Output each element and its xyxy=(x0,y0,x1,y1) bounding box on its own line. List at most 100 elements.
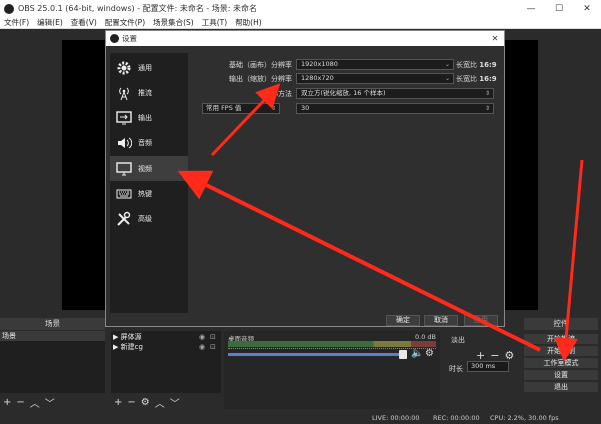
chevron-down-icon: ⌄ xyxy=(444,75,450,82)
base-resolution-value: 1920x1080 xyxy=(301,60,338,68)
dialog-title: 设置 xyxy=(122,34,137,43)
duration-label: 时长 xyxy=(449,365,463,373)
updown-icon: ⇕ xyxy=(484,105,490,112)
source-label: ▶ 新建cg xyxy=(113,343,143,351)
studio-mode-button[interactable]: 工作室模式 xyxy=(524,358,598,368)
menu-bar: 文件(F) 编辑(E) 查看(V) 配置文件(P) 场景集合(S) 工具(T) … xyxy=(0,17,601,29)
eye-icon[interactable]: ◉ xyxy=(199,333,205,341)
maximize-button[interactable]: ☐ xyxy=(545,0,573,17)
source-properties-icon[interactable]: ⚙ xyxy=(141,397,150,408)
settings-sidebar: 通用 推流 输出 音频 视频 热键 高级 xyxy=(110,53,188,313)
source-label: ▶ 屏体源 xyxy=(113,333,142,341)
sources-toolbar: + − ⚙ ︿ ﹀ xyxy=(111,394,221,410)
menu-profile[interactable]: 配置文件(P) xyxy=(101,17,149,28)
output-icon xyxy=(115,109,133,127)
fps-value-select[interactable]: 30 ⇕ xyxy=(296,103,494,114)
move-up-icon[interactable]: ︿ xyxy=(155,395,165,410)
sidebar-item-label: 输出 xyxy=(138,113,152,122)
menu-help[interactable]: 帮助(H) xyxy=(231,17,266,28)
exit-button[interactable]: 退出 xyxy=(524,382,598,392)
settings-button[interactable]: 设置 xyxy=(524,370,598,380)
dock-area: 场景 场景 + − ︿ ﹀ ▶ 屏体源 ◉ ⊡ ▶ 新建cg ◉ ⊡ + − ⚙… xyxy=(0,318,601,413)
move-down-icon[interactable]: ﹀ xyxy=(170,395,180,410)
updown-icon: ⇕ xyxy=(484,90,490,97)
aspect-ratio-value: 16:9 xyxy=(479,61,497,69)
transitions-dock: 淡出 + − ⚙ 时长 300 ms xyxy=(446,331,520,393)
move-up-icon[interactable]: ︿ xyxy=(30,395,40,410)
sidebar-item-output[interactable]: 输出 xyxy=(110,105,188,130)
fps-value: 30 xyxy=(301,104,310,112)
status-bar: LIVE: 00:00:00 REC: 00:00:00 CPU: 2.2%, … xyxy=(0,413,601,424)
sidebar-item-stream[interactable]: 推流 xyxy=(110,80,188,105)
mute-speaker-icon[interactable]: 🔈 xyxy=(411,349,423,359)
lock-icon[interactable]: ⊡ xyxy=(210,333,216,341)
menu-scene-collection[interactable]: 场景集合(S) xyxy=(149,17,198,28)
minimize-button[interactable]: — xyxy=(517,0,545,17)
output-resolution-value: 1280x720 xyxy=(301,74,334,82)
controls-dock-header: 控件 xyxy=(524,318,598,330)
menu-edit[interactable]: 编辑(E) xyxy=(33,17,67,28)
remove-source-icon[interactable]: − xyxy=(127,397,135,408)
lock-icon[interactable]: ⊡ xyxy=(210,343,216,351)
cancel-button[interactable]: 取消 xyxy=(424,315,458,326)
mixer-db-value: 0.0 dB xyxy=(415,333,436,341)
scenes-dock-header: 场景 xyxy=(0,318,105,330)
aspect-ratio-label: 长宽比 xyxy=(456,61,477,69)
source-item[interactable]: ▶ 新建cg ◉ ⊡ xyxy=(113,342,219,352)
obs-logo-icon xyxy=(110,34,119,43)
updown-icon: ⇕ xyxy=(270,105,276,112)
keyboard-icon xyxy=(115,185,133,203)
menu-file[interactable]: 文件(F) xyxy=(0,17,33,28)
dialog-close-button[interactable]: ✕ xyxy=(486,34,504,43)
sidebar-item-label: 音频 xyxy=(138,138,152,147)
sidebar-item-hotkeys[interactable]: 热键 xyxy=(110,181,188,206)
audio-mixer: 桌面音频 0.0 dB 🔈 ⚙ xyxy=(224,331,440,409)
menu-view[interactable]: 查看(V) xyxy=(67,17,101,28)
output-aspect-ratio: 长宽比 16:9 xyxy=(456,74,497,84)
sidebar-item-label: 高级 xyxy=(138,214,152,223)
sidebar-item-video[interactable]: 视频 xyxy=(110,156,188,181)
move-down-icon[interactable]: ﹀ xyxy=(45,395,55,410)
aspect-ratio-label: 长宽比 xyxy=(456,75,477,83)
start-streaming-button[interactable]: 开始推流 xyxy=(524,334,598,344)
remove-scene-icon[interactable]: − xyxy=(16,397,24,408)
live-status: LIVE: 00:00:00 xyxy=(372,414,420,422)
add-scene-icon[interactable]: + xyxy=(3,397,11,408)
cpu-status: CPU: 2.2%, 30.00 fps xyxy=(490,414,559,422)
chevron-down-icon: ⌄ xyxy=(444,61,450,68)
sidebar-item-label: 视频 xyxy=(138,164,152,173)
sidebar-item-general[interactable]: 通用 xyxy=(110,55,188,80)
base-resolution-select[interactable]: 1920x1080 ⌄ xyxy=(296,59,454,70)
volume-slider-handle[interactable] xyxy=(399,350,407,359)
downscale-filter-select[interactable]: 双立方(锐化缩放, 16 个样本) ⇕ xyxy=(296,88,494,99)
settings-dialog: 设置 ✕ 通用 推流 输出 音频 视频 热键 高级 基础（画布）分辨率 1920… xyxy=(105,30,505,327)
sidebar-item-audio[interactable]: 音频 xyxy=(110,130,188,155)
mixer-gear-icon[interactable]: ⚙ xyxy=(425,348,434,359)
speaker-icon xyxy=(115,134,133,152)
add-source-icon[interactable]: + xyxy=(114,397,122,408)
apply-button[interactable]: 应用 xyxy=(464,315,498,326)
duration-input[interactable]: 300 ms xyxy=(467,361,509,372)
sidebar-item-label: 推流 xyxy=(138,88,152,97)
volume-meter xyxy=(228,341,436,347)
tools-icon xyxy=(115,210,133,228)
downscale-filter-label: 缩小方法 xyxy=(264,90,292,98)
menu-tools[interactable]: 工具(T) xyxy=(198,17,231,28)
close-button[interactable]: ✕ xyxy=(573,0,601,17)
sidebar-item-advanced[interactable]: 高级 xyxy=(110,206,188,231)
volume-slider[interactable] xyxy=(228,353,406,356)
gear-icon xyxy=(115,59,133,77)
fps-type-select[interactable]: 常用 FPS 值 ⇕ xyxy=(202,103,280,114)
base-resolution-label: 基础（画布）分辨率 xyxy=(229,61,292,69)
scene-item[interactable]: 场景 xyxy=(0,331,105,341)
sidebar-item-label: 热键 xyxy=(138,189,152,198)
start-recording-button[interactable]: 开始录制 xyxy=(524,346,598,356)
ok-button[interactable]: 确定 xyxy=(386,315,420,326)
output-resolution-select[interactable]: 1280x720 ⌄ xyxy=(296,73,454,84)
eye-icon[interactable]: ◉ xyxy=(199,343,205,351)
window-titlebar: OBS 25.0.1 (64-bit, windows) - 配置文件: 未命名… xyxy=(0,0,601,17)
window-title: OBS 25.0.1 (64-bit, windows) - 配置文件: 未命名… xyxy=(18,4,258,13)
obs-logo-icon xyxy=(4,3,14,14)
source-item[interactable]: ▶ 屏体源 ◉ ⊡ xyxy=(113,332,219,342)
transition-type-label[interactable]: 淡出 xyxy=(451,335,465,345)
